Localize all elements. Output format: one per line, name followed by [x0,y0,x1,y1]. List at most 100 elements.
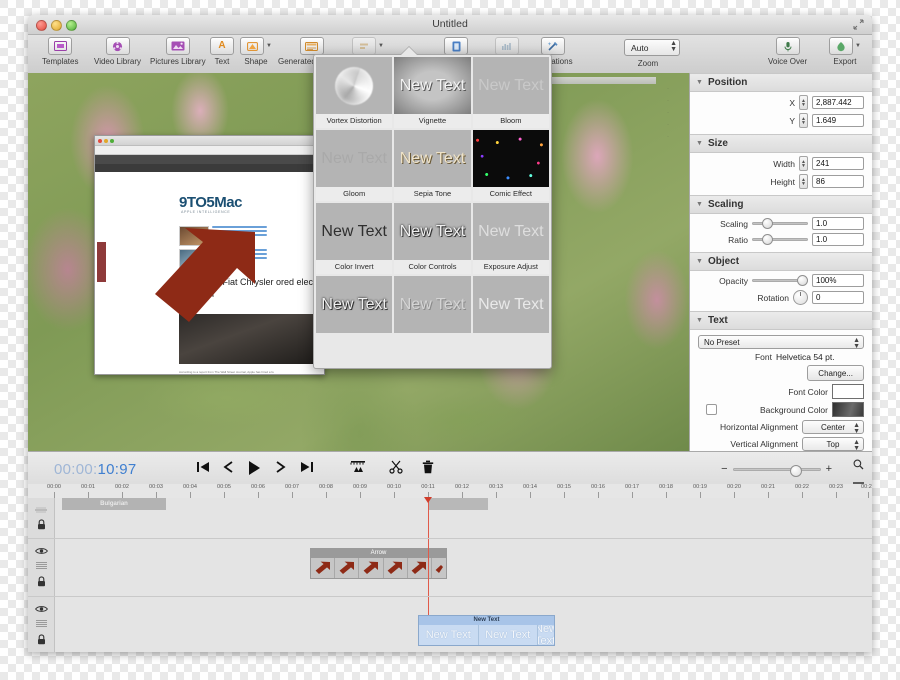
track-header-audio[interactable] [28,498,55,538]
vertical-alignment-select[interactable]: Top ▲ ▼ [802,437,864,451]
ratio-slider[interactable] [752,233,808,246]
rotation-input[interactable]: 0 [812,291,864,304]
lock-icon[interactable] [37,518,46,532]
zoom-slider-track[interactable] [732,464,821,477]
inspector-section-text[interactable]: ▼ Text [690,311,872,330]
video-effects-palette[interactable]: Vortex Distortion New Text Vignette New … [313,47,552,369]
effect-item-color-controls[interactable]: New Text Color Controls [394,203,471,274]
ratio-input[interactable]: 1.0 [812,233,864,246]
play-button[interactable] [247,460,261,478]
toolbar-button-text[interactable]: A Text [210,37,234,66]
waveform-icon[interactable] [35,505,47,515]
effect-item-row4-col2[interactable]: New Text [394,276,471,333]
timeline-zoom-control[interactable]: − + [721,463,832,477]
inspector-section-object[interactable]: ▼ Object [690,252,872,271]
effect-item-sepia-tone[interactable]: New Text Sepia Tone [394,130,471,201]
inspector-panel[interactable]: ▼ Position X ▲ ▼ 2,887.442 Y ▲ ▼ 1.649 ▼ S… [689,73,872,451]
layers-icon[interactable] [35,619,47,630]
effect-item-exposure-adjust[interactable]: New Text Exposure Adjust [472,203,549,274]
zoom-out-label[interactable]: − [721,463,727,475]
stepper-icon[interactable]: ▲ ▼ [799,174,808,189]
layers-icon[interactable] [35,561,47,572]
disclosure-triangle-icon[interactable]: ▼ [696,317,703,324]
horizontal-alignment-select[interactable]: Center ▲ ▼ [802,420,864,435]
timeline-clip-arrow[interactable]: Arrow [310,548,447,579]
timeline-clip-audio[interactable]: Bulgarian [62,498,166,510]
stepper-icon[interactable]: ▲ ▼ [799,95,808,110]
timeline-clip-audio-tail[interactable] [428,498,488,510]
playhead-text[interactable] [428,597,429,615]
eye-icon[interactable] [34,605,48,615]
font-color-swatch[interactable] [832,384,864,399]
height-input[interactable]: 86 [812,175,864,188]
chevron-down-icon[interactable]: ▼ [266,43,272,49]
background-color-swatch[interactable] [832,402,864,417]
eye-icon[interactable] [34,547,48,557]
inspector-section-size[interactable]: ▼ Size [690,134,872,153]
slider-knob[interactable] [762,218,773,229]
stepper-icon[interactable]: ▲ ▼ [670,40,677,53]
stepper-icon[interactable]: ▲ ▼ [799,156,808,171]
timeline-clip-text[interactable]: New Text New Text New Text New Text [418,615,555,646]
toolbar-button-shape[interactable]: ▼ Shape [240,37,272,66]
effect-item-row4-col3[interactable]: New Text [472,276,549,333]
effect-item-vortex-distortion[interactable]: Vortex Distortion [316,57,393,128]
delete-clip-button[interactable] [422,460,434,476]
toolbar-button-export[interactable]: ▼ Export [829,37,861,66]
toolbar-button-video-library[interactable]: Video Library [94,37,141,66]
track-header-text[interactable] [28,597,55,652]
timeline-track-text[interactable]: New Text New Text New Text New Text [28,597,872,652]
inspector-section-scaling[interactable]: ▼ Scaling [690,195,872,214]
track-header-arrow[interactable] [28,539,55,596]
go-to-end-button[interactable] [300,460,314,476]
scaling-input[interactable]: 1.0 [812,217,864,230]
toolbar-button-pictures-library[interactable]: Pictures Library [150,37,206,66]
step-forward-button[interactable] [274,460,286,476]
change-font-button[interactable]: Change... [807,365,864,381]
disclosure-triangle-icon[interactable]: ▼ [696,201,703,208]
y-input[interactable]: 1.649 [812,114,864,127]
effect-item-color-invert[interactable]: New Text Color Invert [316,203,393,274]
playhead-audio[interactable] [424,497,432,538]
embedded-screenshot[interactable]: 9TO5Mac APPLE INTELLIGENCE res former Fi… [94,135,325,375]
stepper-icon[interactable]: ▲ ▼ [853,422,860,435]
zoom-slider-knob[interactable] [789,464,802,477]
slider-knob[interactable] [797,275,808,286]
disclosure-triangle-icon[interactable]: ▼ [696,258,703,265]
stepper-icon[interactable]: ▲ ▼ [853,439,860,451]
opacity-slider[interactable] [752,274,808,287]
opacity-input[interactable]: 100% [812,274,864,287]
chevron-down-icon[interactable]: ▼ [378,43,384,49]
timeline-track-arrow[interactable]: Arrow [28,539,872,597]
go-to-start-button[interactable] [196,460,210,476]
timeline-track-audio[interactable]: Bulgarian [28,497,872,539]
effect-item-row4-col1[interactable]: New Text [316,276,393,333]
background-color-checkbox[interactable] [706,404,717,415]
timecode-display[interactable]: 00:00:10:97 [54,461,137,478]
disclosure-triangle-icon[interactable]: ▼ [696,79,703,86]
effect-item-bloom[interactable]: New Text Bloom [472,57,549,128]
width-input[interactable]: 241 [812,157,864,170]
split-clip-button[interactable] [389,460,403,476]
scaling-slider[interactable] [752,217,808,230]
zoom-in-label[interactable]: + [826,463,832,475]
inspector-section-position[interactable]: ▼ Position [690,73,872,92]
effect-item-comic-effect[interactable]: Comic Effect [472,130,549,201]
step-back-button[interactable] [223,460,235,476]
playhead-arrow[interactable] [428,539,429,596]
text-preset-select[interactable]: No Preset ▲ ▼ [698,335,864,350]
effect-item-gloom[interactable]: New Text Gloom [316,130,393,201]
toolbar-button-templates[interactable]: Templates [42,37,78,66]
markers-button[interactable] [350,460,366,476]
search-icon[interactable] [853,457,864,475]
stepper-icon[interactable]: ▲ ▼ [799,113,808,128]
disclosure-triangle-icon[interactable]: ▼ [696,140,703,147]
chevron-down-icon[interactable]: ▼ [855,43,861,49]
toolbar-button-voice-over[interactable]: Voice Over [768,37,807,66]
lock-icon[interactable] [37,633,46,647]
rotation-dial[interactable] [793,290,808,305]
x-input[interactable]: 2,887.442 [812,96,864,109]
timeline-ruler[interactable]: 00:00 00:01 00:02 00:03 00:04 00:05 00:0… [28,484,872,499]
zoom-select[interactable]: Auto ▲ ▼ [624,39,680,56]
effect-item-vignette[interactable]: New Text Vignette [394,57,471,128]
